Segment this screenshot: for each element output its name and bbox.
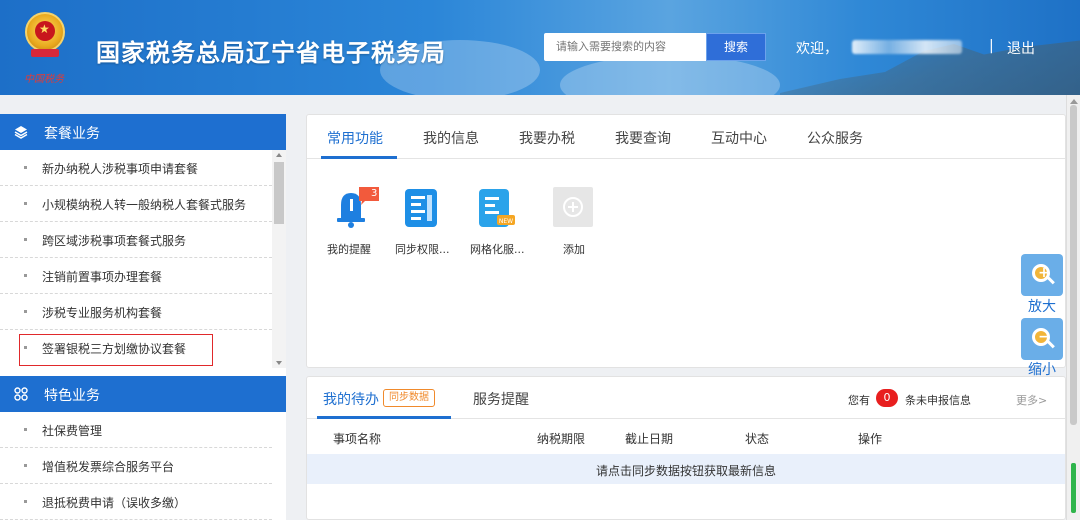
tab-query[interactable]: 我要查询 <box>615 128 671 148</box>
plus-icon <box>563 197 583 217</box>
user-name-redacted <box>852 40 962 54</box>
site-header: ★ 中国税务 国家税务总局辽宁省电子税务局 搜索 欢迎， | 退出 <box>0 0 1080 95</box>
app-add[interactable]: 添加 <box>547 185 617 265</box>
sidebar-section-header-featured[interactable]: 特色业务 <box>0 376 286 412</box>
search-button[interactable]: 搜索 <box>706 33 766 61</box>
sync-data-button[interactable]: 同步数据 <box>383 389 435 407</box>
app-label: 我的提醒 <box>327 243 371 256</box>
tab-service-reminders[interactable]: 服务提醒 <box>473 389 529 409</box>
app-label: 添加 <box>563 243 585 256</box>
document-icon <box>405 189 437 227</box>
column-header-status: 状态 <box>745 432 770 446</box>
zoom-out-button[interactable]: − <box>1021 318 1063 360</box>
common-functions-panel: 常用功能 我的信息 我要办税 我要查询 互动中心 公众服务 3 我的提醒 同步权… <box>306 114 1066 368</box>
grid-icon <box>14 387 28 401</box>
sidebar-section-header-package[interactable]: 套餐业务 <box>0 114 286 150</box>
sidebar-item[interactable]: 社保费管理 <box>0 412 272 448</box>
new-document-icon: NEW <box>479 189 515 227</box>
count-suffix: 条未申报信息 <box>905 394 971 407</box>
sidebar-item[interactable]: 注销前置事项办理套餐 <box>0 258 272 294</box>
sidebar-item-label: 新办纳税人涉税事项申请套餐 <box>42 162 199 176</box>
reminder-count-badge: 3 <box>371 188 378 199</box>
site-title: 国家税务总局辽宁省电子税务局 <box>96 39 446 67</box>
page-scrollbar[interactable] <box>1066 95 1080 520</box>
empty-state-message: 请点击同步数据按钮获取最新信息 <box>595 464 776 478</box>
app-label: 网格化服... <box>470 243 525 256</box>
sidebar-item[interactable]: 增值税发票综合服务平台 <box>0 448 272 484</box>
sidebar-item-label: 退抵税费申请（误收多缴） <box>42 496 187 510</box>
sidebar-section-title: 特色业务 <box>44 388 100 404</box>
column-header-period: 纳税期限 <box>537 432 586 446</box>
sidebar-item[interactable]: 涉税专业服务机构套餐 <box>0 294 272 330</box>
app-grid-service[interactable]: NEW 网格化服... <box>470 185 543 265</box>
app-sync-permissions[interactable]: 同步权限... <box>395 185 469 265</box>
app-my-reminders[interactable]: 3 我的提醒 <box>325 185 395 265</box>
tab-interaction-center[interactable]: 互动中心 <box>711 128 767 148</box>
welcome-text: 欢迎， <box>796 41 838 57</box>
sidebar-section-title: 套餐业务 <box>44 126 100 142</box>
scroll-down-icon[interactable] <box>276 361 282 365</box>
sidebar-item-label: 注销前置事项办理套餐 <box>42 270 163 284</box>
scroll-indicator <box>1071 463 1076 513</box>
plus-tile <box>553 187 593 227</box>
sidebar-scrollbar-thumb[interactable] <box>274 162 284 224</box>
sidebar: 套餐业务 新办纳税人涉税事项申请套餐 小规模纳税人转一般纳税人套餐式服务 跨区域… <box>0 114 286 520</box>
column-header-deadline: 截止日期 <box>625 432 674 446</box>
sidebar-item[interactable]: 跨区域涉税事项套餐式服务 <box>0 222 272 258</box>
page-scrollbar-thumb[interactable] <box>1070 105 1077 425</box>
active-tab-indicator <box>321 156 397 159</box>
tab-my-info[interactable]: 我的信息 <box>423 128 479 148</box>
tab-my-todo[interactable]: 我的待办 <box>323 389 379 409</box>
sidebar-item-label: 跨区域涉税事项套餐式服务 <box>42 234 187 248</box>
header-cloud-decoration <box>560 55 780 95</box>
column-header-item: 事项名称 <box>333 432 382 446</box>
more-link[interactable]: 更多> <box>1016 392 1047 408</box>
sidebar-item-label: 社保费管理 <box>42 424 103 438</box>
sidebar-item[interactable]: 小规模纳税人转一般纳税人套餐式服务 <box>0 186 272 222</box>
seal-signature: 中国税务 <box>24 74 64 85</box>
tax-emblem-icon: ★ <box>22 12 68 60</box>
column-header-actions: 操作 <box>858 432 883 446</box>
scroll-up-icon[interactable] <box>276 153 282 157</box>
new-tag: NEW <box>499 218 513 225</box>
header-separator: | <box>989 38 994 54</box>
layers-icon <box>14 126 28 139</box>
tab-tax-handling[interactable]: 我要办税 <box>519 128 575 148</box>
todo-tabs: 我的待办 同步数据 服务提醒 您有 0 条未申报信息 更多> <box>307 377 1065 419</box>
empty-state-row: 请点击同步数据按钮获取最新信息 <box>307 454 1065 484</box>
main-tabs: 常用功能 我的信息 我要办税 我要查询 互动中心 公众服务 <box>307 115 1065 159</box>
app-label: 同步权限... <box>395 243 450 256</box>
sidebar-scrollbar[interactable] <box>272 150 286 368</box>
zoom-in-label[interactable]: 放大 <box>1028 296 1056 316</box>
sidebar-item-label: 小规模纳税人转一般纳税人套餐式服务 <box>42 198 247 212</box>
sidebar-item[interactable]: 新办纳税人涉税事项申请套餐 <box>0 150 272 186</box>
search-input[interactable] <box>544 33 706 61</box>
active-tab-indicator <box>317 416 451 419</box>
scroll-up-arrow-icon[interactable] <box>1070 99 1078 104</box>
count-prefix: 您有 <box>848 394 870 407</box>
zoom-in-button[interactable]: + <box>1021 254 1063 296</box>
highlight-annotation-box <box>19 334 213 366</box>
logout-link[interactable]: 退出 <box>1007 38 1035 58</box>
unreported-count-badge: 0 <box>876 389 898 407</box>
todo-panel: 我的待办 同步数据 服务提醒 您有 0 条未申报信息 更多> 事项名称 纳税期限… <box>306 376 1066 520</box>
sidebar-item-label: 增值税发票综合服务平台 <box>42 460 175 474</box>
tab-common-functions[interactable]: 常用功能 <box>327 128 383 148</box>
sidebar-item-label: 涉税专业服务机构套餐 <box>42 306 163 320</box>
tab-public-service[interactable]: 公众服务 <box>807 128 863 148</box>
sidebar-item[interactable]: 退抵税费申请（误收多缴） <box>0 484 272 520</box>
